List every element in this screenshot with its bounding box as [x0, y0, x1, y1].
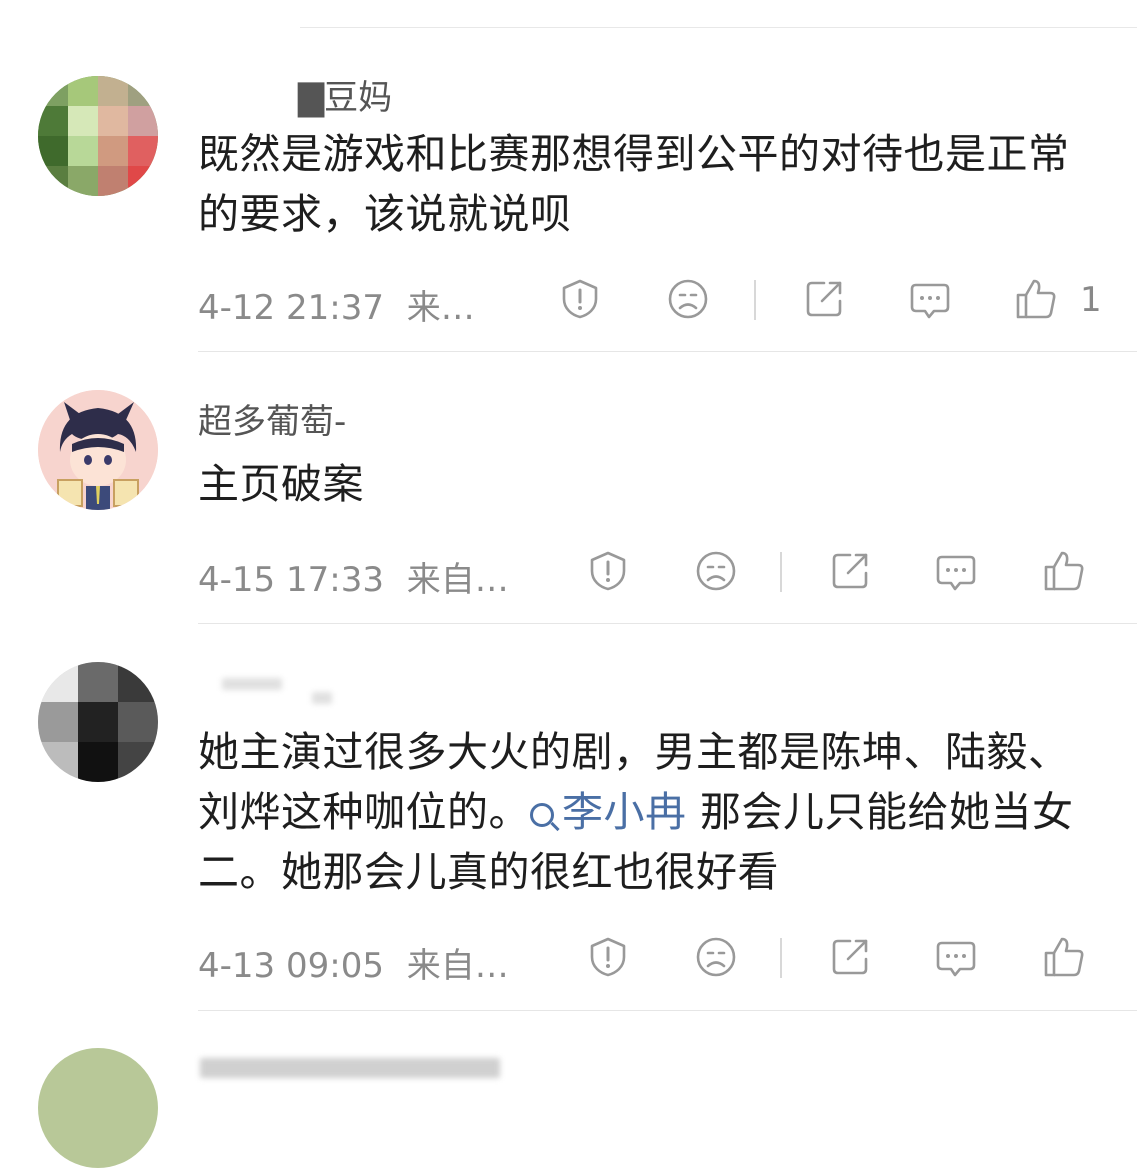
- source: 来自…: [406, 560, 509, 600]
- avatar[interactable]: [38, 76, 158, 196]
- sad-face-icon[interactable]: [694, 935, 738, 979]
- thumbs-up-icon[interactable]: [1042, 935, 1086, 979]
- comment-icon[interactable]: [934, 549, 978, 593]
- report-icon[interactable]: [586, 549, 630, 593]
- action-separator: [780, 552, 782, 592]
- sad-face-icon[interactable]: [694, 549, 738, 593]
- timestamp: 4-13 09:05: [198, 946, 384, 986]
- avatar[interactable]: [38, 390, 158, 510]
- row-divider: [198, 1010, 1137, 1011]
- share-icon[interactable]: [828, 549, 872, 593]
- comment-meta: 4-13 09:05 来自…: [198, 938, 509, 987]
- timestamp: 4-12 21:37: [198, 288, 384, 328]
- comment-text: 既然是游戏和比赛那想得到公平的对待也是正常的要求，该说就说呗: [198, 130, 1070, 238]
- comment-icon[interactable]: [934, 935, 978, 979]
- comment-item-partial: [0, 1020, 1137, 1168]
- mention-label: 李小冉: [562, 788, 687, 836]
- username-redacted: [222, 678, 282, 690]
- like-count: 1: [1080, 280, 1102, 320]
- share-icon[interactable]: [802, 277, 846, 321]
- avatar[interactable]: [38, 662, 158, 782]
- comment-text: 主页破案: [198, 460, 364, 508]
- action-separator: [754, 280, 756, 320]
- mention-link[interactable]: 李小冉: [530, 788, 687, 836]
- comment-item: 她主演过很多大火的剧，男主都是陈坤、陆毅、刘烨这种咖位的。 李小冉 那会儿只能给她…: [0, 624, 1137, 1020]
- thumbs-up-icon[interactable]: [1042, 549, 1086, 593]
- source: 来…: [406, 288, 475, 328]
- comment-icon[interactable]: [908, 277, 952, 321]
- sad-face-icon[interactable]: [666, 277, 710, 321]
- username-redacted: [312, 692, 332, 704]
- comment-meta: 4-15 17:33 来自…: [198, 552, 509, 601]
- search-icon: [530, 803, 554, 827]
- report-icon[interactable]: [586, 935, 630, 979]
- source: 来自…: [406, 946, 509, 986]
- username[interactable]: 超多葡萄-: [198, 394, 346, 443]
- share-icon[interactable]: [828, 935, 872, 979]
- comment-text: 她主演过很多大火的剧，男主都是陈坤、陆毅、刘烨这种咖位的。 李小冉 那会儿只能给她…: [198, 722, 1107, 902]
- avatar[interactable]: [38, 1048, 158, 1168]
- thumbs-up-icon[interactable]: [1014, 277, 1058, 321]
- comment-meta: 4-12 21:37 来…: [198, 280, 475, 329]
- username-redacted: [200, 1058, 500, 1078]
- action-separator: [780, 938, 782, 978]
- comment-item: 超多葡萄- 主页破案 4-15 17:33 来自…: [0, 352, 1137, 624]
- username[interactable]: ▇豆妈: [298, 70, 392, 119]
- timestamp: 4-15 17:33: [198, 560, 384, 600]
- report-icon[interactable]: [558, 277, 602, 321]
- comment-item: ▇豆妈 既然是游戏和比赛那想得到公平的对待也是正常的要求，该说就说呗 4-12 …: [0, 0, 1137, 352]
